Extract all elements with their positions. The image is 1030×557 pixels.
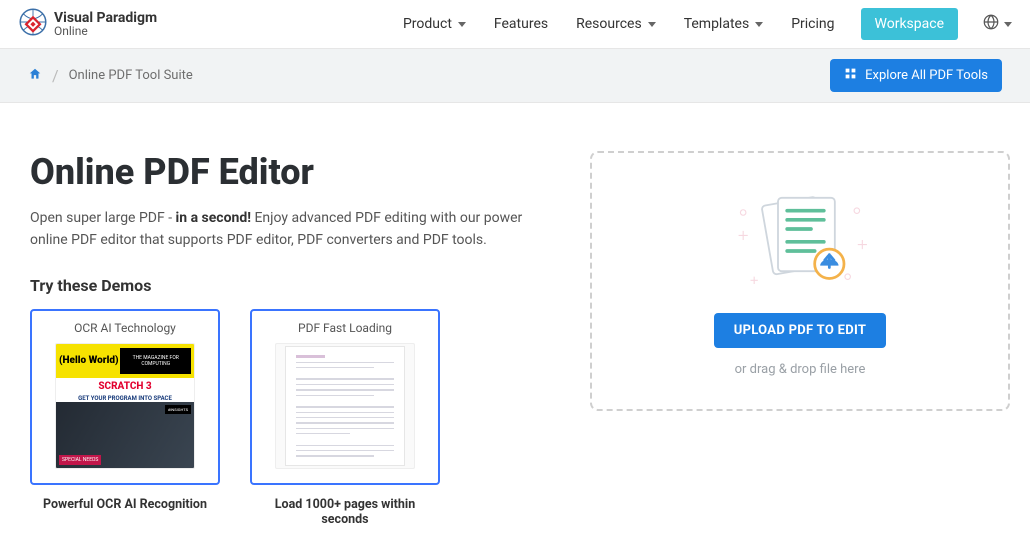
breadcrumb-current: Online PDF Tool Suite — [69, 68, 193, 83]
chevron-down-icon — [755, 22, 763, 27]
demo-card-ocr[interactable]: OCR AI Technology (Hello World)THE MAGAZ… — [30, 309, 220, 485]
demo-thumbnail — [275, 343, 415, 469]
drop-hint: or drag & drop file here — [735, 362, 866, 377]
page-title: Online PDF Editor — [30, 151, 550, 193]
explore-pdf-tools-button[interactable]: Explore All PDF Tools — [830, 59, 1002, 92]
demo-caption: Powerful OCR AI Recognition — [30, 497, 220, 512]
nav-features[interactable]: Features — [492, 10, 550, 38]
demo-card-title: PDF Fast Loading — [298, 321, 392, 335]
nav-product[interactable]: Product — [401, 10, 468, 38]
upload-button[interactable]: UPLOAD PDF TO EDIT — [714, 313, 887, 348]
demo-item: PDF Fast Loading Load 1000+ pages within… — [250, 309, 440, 527]
chevron-down-icon — [1004, 22, 1012, 27]
brand-logo[interactable]: Visual Paradigm Online — [18, 7, 157, 41]
nav-pricing[interactable]: Pricing — [789, 10, 836, 38]
chevron-down-icon — [648, 22, 656, 27]
nav-templates[interactable]: Templates — [682, 10, 766, 38]
brand-line1: Visual Paradigm — [54, 11, 157, 25]
breadcrumb-home[interactable] — [28, 66, 42, 85]
upload-dropzone[interactable]: UPLOAD PDF TO EDIT or drag & drop file h… — [590, 151, 1010, 411]
page-description: Open super large PDF - in a second! Enjo… — [30, 207, 530, 252]
demo-caption: Load 1000+ pages within seconds — [250, 497, 440, 527]
workspace-button[interactable]: Workspace — [861, 8, 959, 40]
home-icon — [28, 66, 42, 85]
globe-icon — [982, 13, 1000, 35]
brand-line2: Online — [54, 25, 157, 37]
breadcrumb-separator: / — [52, 66, 59, 85]
grid-icon — [844, 67, 857, 84]
breadcrumb: / Online PDF Tool Suite Explore All PDF … — [0, 48, 1030, 103]
logo-icon — [18, 7, 48, 41]
language-switcher[interactable] — [982, 13, 1012, 35]
upload-illustration-icon — [725, 185, 875, 299]
demos-heading: Try these Demos — [30, 276, 550, 295]
chevron-down-icon — [458, 22, 466, 27]
nav-resources[interactable]: Resources — [574, 10, 658, 38]
demo-card-fastload[interactable]: PDF Fast Loading — [250, 309, 440, 485]
demo-card-title: OCR AI Technology — [74, 321, 176, 335]
demo-thumbnail: (Hello World)THE MAGAZINE FOR COMPUTING … — [55, 343, 195, 469]
demo-item: OCR AI Technology (Hello World)THE MAGAZ… — [30, 309, 220, 527]
